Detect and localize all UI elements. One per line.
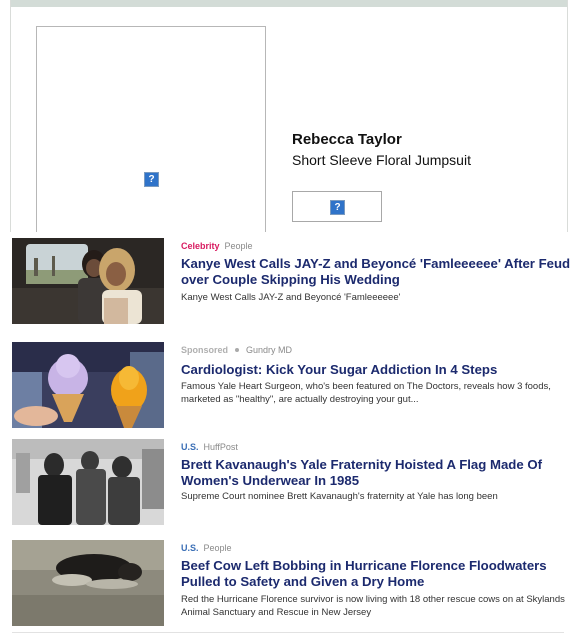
- story-headline[interactable]: Brett Kavanaugh's Yale Fraternity Hoiste…: [181, 457, 576, 489]
- story-thumbnail[interactable]: [12, 238, 164, 324]
- story-category: Sponsored: [181, 345, 229, 355]
- fraternity-photo: [12, 439, 164, 525]
- broken-image-icon: ?: [330, 200, 345, 215]
- cow-flood-photo: [12, 540, 164, 626]
- story-source: People: [203, 543, 232, 553]
- ad-product-name[interactable]: Short Sleeve Floral Jumpsuit: [292, 152, 471, 168]
- story-meta: U.S. HuffPost: [181, 442, 238, 452]
- story-category[interactable]: U.S.: [181, 442, 199, 452]
- ad-shop-button[interactable]: ?: [292, 191, 382, 222]
- story-source: HuffPost: [203, 442, 238, 452]
- story-thumbnail[interactable]: [12, 439, 164, 525]
- story-thumbnail[interactable]: [12, 540, 164, 626]
- story-headline[interactable]: Kanye West Calls JAY-Z and Beyoncé 'Faml…: [181, 256, 576, 288]
- story-headline[interactable]: Cardiologist: Kick Your Sugar Addiction …: [181, 362, 576, 378]
- story-meta: Celebrity People: [181, 241, 253, 251]
- story-description: Red the Hurricane Florence survivor is n…: [181, 594, 565, 618]
- story-description: Famous Yale Heart Surgeon, who's been fe…: [181, 381, 551, 405]
- story-thumbnail[interactable]: [12, 342, 164, 428]
- product-ad[interactable]: ? Rebecca Taylor Short Sleeve Floral Jum…: [10, 0, 568, 232]
- ice-cream-photo: [12, 342, 164, 428]
- story-category[interactable]: Celebrity: [181, 241, 220, 251]
- car-interior-photo: [12, 238, 164, 324]
- separator-dot: [235, 348, 240, 353]
- story-description: Kanye West Calls JAY-Z and Beyoncé 'Faml…: [181, 292, 401, 303]
- news-story[interactable]: Celebrity People Kanye West Calls JAY-Z a…: [12, 232, 577, 327]
- news-story[interactable]: U.S. People Beef Cow Left Bobbing in Hurr…: [12, 534, 577, 629]
- story-source: People: [224, 241, 253, 251]
- story-description: Supreme Court nominee Brett Kavanaugh's …: [181, 491, 498, 502]
- story-category[interactable]: U.S.: [181, 543, 199, 553]
- news-story[interactable]: U.S. HuffPost Brett Kavanaugh's Yale Frat…: [12, 433, 577, 528]
- story-source: Gundry MD: [246, 345, 293, 355]
- story-meta: Sponsored Gundry MD: [181, 345, 292, 355]
- broken-image-icon: ?: [144, 172, 159, 187]
- ad-brand[interactable]: Rebecca Taylor: [292, 131, 402, 148]
- news-story[interactable]: Sponsored Gundry MD Cardiologist: Kick Yo…: [12, 336, 577, 431]
- ad-top-bar: [11, 0, 567, 7]
- product-image[interactable]: ?: [36, 26, 266, 232]
- story-meta: U.S. People: [181, 543, 232, 553]
- story-headline[interactable]: Beef Cow Left Bobbing in Hurricane Flore…: [181, 558, 576, 590]
